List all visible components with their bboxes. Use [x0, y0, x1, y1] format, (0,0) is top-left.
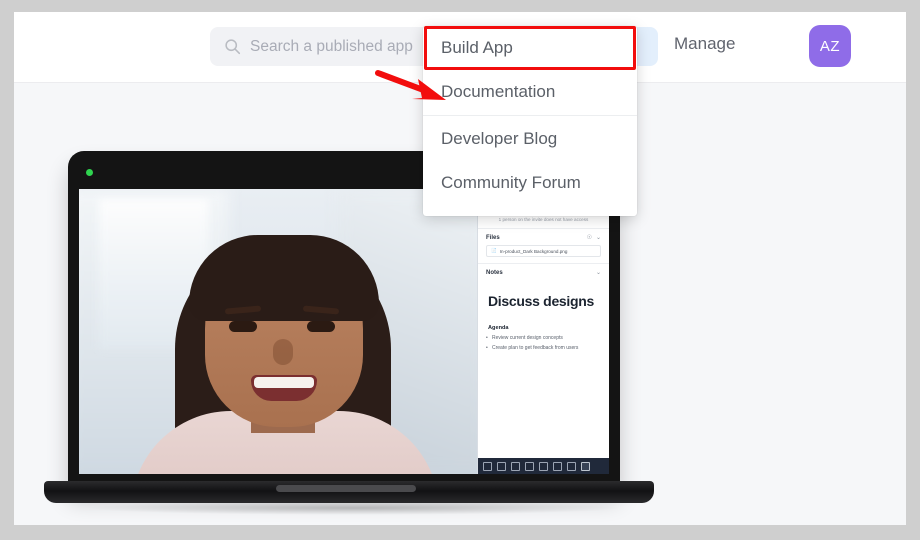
laptop-base-notch [276, 485, 416, 492]
file-chip[interactable]: 📄 In-product_Dark Background.png [486, 245, 601, 257]
document-title: Discuss designs [488, 293, 594, 309]
dropdown-item-community-forum[interactable]: Community Forum [423, 161, 637, 205]
dropdown-item-documentation[interactable]: Documentation [423, 70, 637, 114]
numbered-list-icon[interactable] [567, 461, 576, 471]
agenda-item: Create plan to get feedback from users [486, 345, 599, 351]
bullet-list-icon[interactable] [553, 461, 562, 471]
file-icon: 📄 [491, 248, 497, 253]
speaker-mouth [251, 375, 317, 401]
image-icon[interactable] [581, 461, 590, 471]
speaker-teeth [254, 377, 314, 388]
search-icon [225, 39, 241, 55]
chevron-down-icon[interactable]: ⌄ [596, 269, 601, 276]
attach-icon[interactable]: ☉ [587, 234, 592, 241]
speaker-eye [229, 321, 257, 332]
speaker-eye [307, 321, 335, 332]
crown-icon[interactable] [497, 461, 506, 471]
camera-indicator-icon [86, 169, 93, 176]
meeting-side-panel: Make it a Zoom meeting 1 person on the i… [477, 189, 609, 474]
layout-icon[interactable] [483, 461, 492, 471]
laptop-shadow [84, 501, 624, 515]
notes-section-title: Notes [486, 269, 503, 276]
table-icon[interactable] [511, 461, 520, 471]
annotation-arrow-icon [375, 70, 446, 100]
user-avatar[interactable]: AZ [809, 25, 851, 67]
laptop-screen: Mark Sanz 🔇Michelle Test [79, 189, 609, 474]
app-page: Develop Manage AZ Mark Sanz [14, 12, 906, 525]
notes-section-header[interactable]: Notes ⌄ [478, 264, 609, 280]
calendar-icon[interactable] [525, 461, 534, 471]
checkbox-icon[interactable] [539, 461, 548, 471]
speaker-nose [273, 339, 293, 365]
dropdown-item-build-app[interactable]: Build App [423, 26, 637, 70]
editor-toolbar [478, 458, 609, 474]
manage-nav-link[interactable]: Manage [674, 34, 735, 54]
laptop-base [44, 481, 654, 503]
chevron-down-icon[interactable]: ⌄ [596, 234, 601, 241]
files-section-header[interactable]: Files ☉ ⌄ [478, 229, 609, 245]
dropdown-divider [423, 115, 637, 116]
screenshot-root: Develop Manage AZ Mark Sanz [0, 0, 920, 540]
develop-dropdown-menu: Build App Documentation Developer Blog C… [423, 26, 637, 216]
file-name: In-product_Dark Background.png [499, 248, 568, 254]
active-speaker-video [79, 189, 477, 474]
agenda-heading: Agenda [488, 325, 509, 331]
files-section-title: Files [486, 234, 500, 241]
dropdown-item-developer-blog[interactable]: Developer Blog [423, 117, 637, 161]
agenda-item: Review current design concepts [486, 335, 599, 341]
search-input[interactable] [250, 37, 450, 56]
speaker-hair-top [189, 235, 379, 321]
access-note: 1 person on the invite does not have acc… [498, 217, 589, 222]
